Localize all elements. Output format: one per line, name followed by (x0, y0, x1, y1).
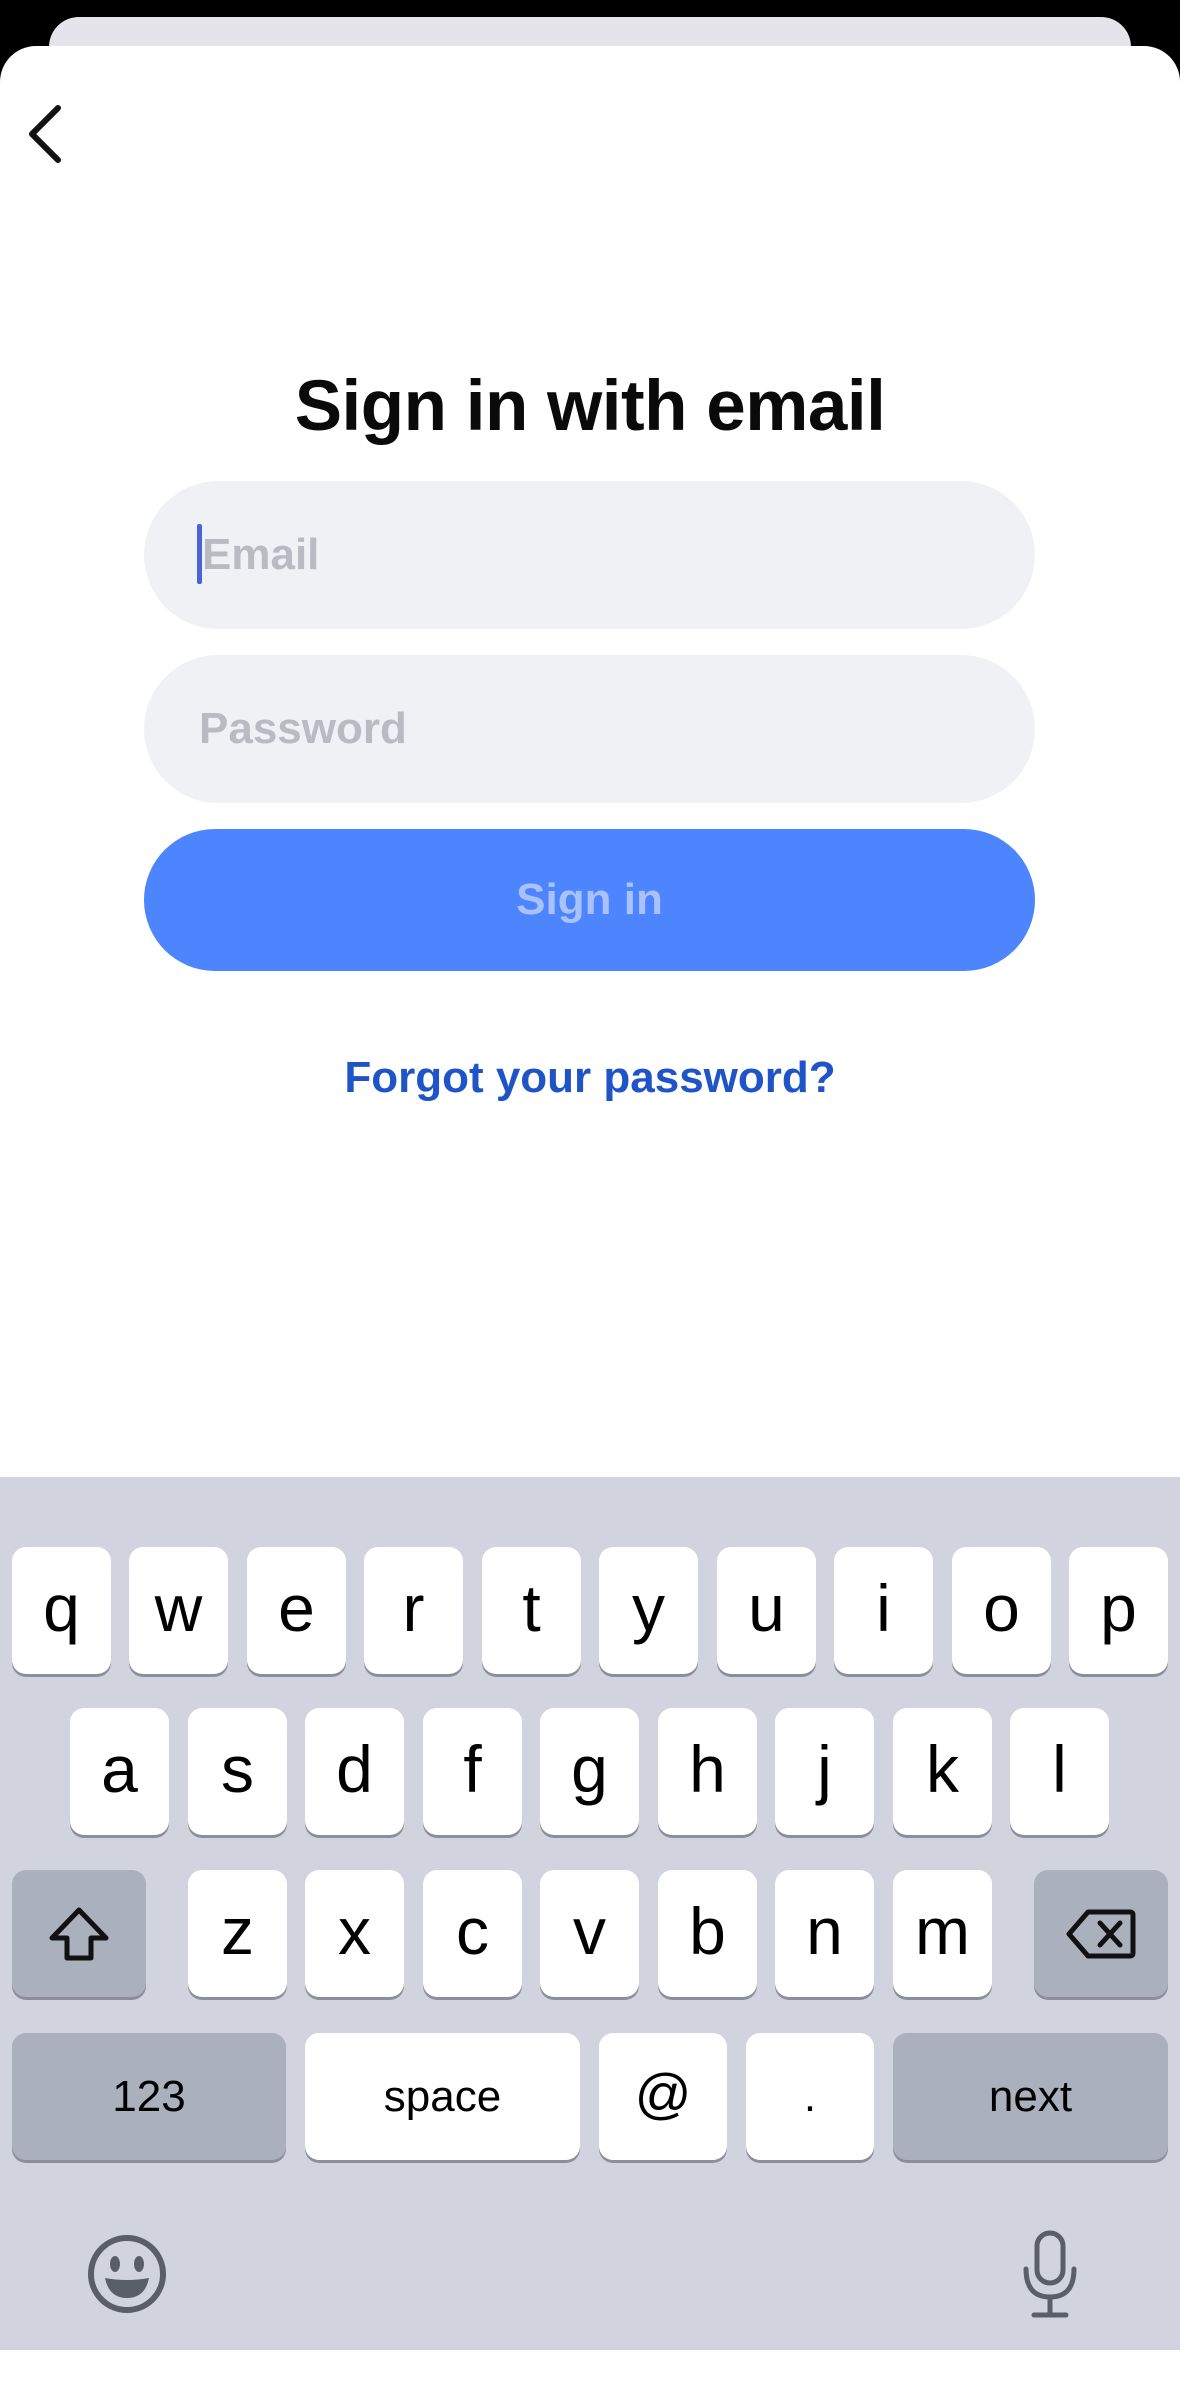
key-s[interactable]: s (188, 1708, 287, 1835)
emoji-icon (88, 2235, 166, 2313)
key-r[interactable]: r (364, 1547, 463, 1674)
dictation-button[interactable] (1005, 2225, 1095, 2325)
key-x[interactable]: x (305, 1870, 404, 1997)
key-v[interactable]: v (540, 1870, 639, 1997)
delete-key[interactable] (1034, 1870, 1168, 1997)
key-q[interactable]: q (12, 1547, 111, 1674)
numbers-key[interactable]: 123 (12, 2033, 286, 2160)
key-i[interactable]: i (834, 1547, 933, 1674)
password-input[interactable] (144, 655, 1035, 803)
key-o[interactable]: o (952, 1547, 1051, 1674)
key-d[interactable]: d (305, 1708, 404, 1835)
key-p[interactable]: p (1069, 1547, 1168, 1674)
key-k[interactable]: k (893, 1708, 992, 1835)
page-title: Sign in with email (294, 367, 886, 446)
shift-key[interactable] (12, 1870, 146, 1997)
emoji-button[interactable] (82, 2229, 172, 2319)
key-t[interactable]: t (482, 1547, 581, 1674)
microphone-icon (1023, 2230, 1077, 2318)
key-f[interactable]: f (423, 1708, 522, 1835)
sign-in-button[interactable]: Sign in (144, 829, 1035, 971)
key-n[interactable]: n (775, 1870, 874, 1997)
key-c[interactable]: c (423, 1870, 522, 1997)
key-z[interactable]: z (188, 1870, 287, 1997)
at-key[interactable]: @ (599, 2033, 727, 2160)
key-a[interactable]: a (70, 1708, 169, 1835)
key-e[interactable]: e (247, 1547, 346, 1674)
sign-in-label: Sign in (516, 875, 663, 924)
shift-icon (49, 1907, 109, 1960)
keyboard: q w e r t y u i o p a s d f g h j k l z … (0, 1477, 1180, 2350)
key-w[interactable]: w (129, 1547, 228, 1674)
key-h[interactable]: h (658, 1708, 757, 1835)
key-m[interactable]: m (893, 1870, 992, 1997)
key-j[interactable]: j (775, 1708, 874, 1835)
backspace-icon (1066, 1909, 1136, 1958)
text-caret (197, 524, 202, 584)
key-b[interactable]: b (658, 1870, 757, 1997)
back-button[interactable] (14, 94, 74, 174)
chevron-left-icon (29, 105, 61, 163)
key-y[interactable]: y (599, 1547, 698, 1674)
key-u[interactable]: u (717, 1547, 816, 1674)
email-input[interactable] (144, 481, 1035, 629)
key-l[interactable]: l (1010, 1708, 1109, 1835)
period-key[interactable]: . (746, 2033, 874, 2160)
key-g[interactable]: g (540, 1708, 639, 1835)
next-key[interactable]: next (893, 2033, 1168, 2160)
forgot-password-link[interactable]: Forgot your password? (0, 1053, 1180, 1103)
space-key[interactable]: space (305, 2033, 580, 2160)
